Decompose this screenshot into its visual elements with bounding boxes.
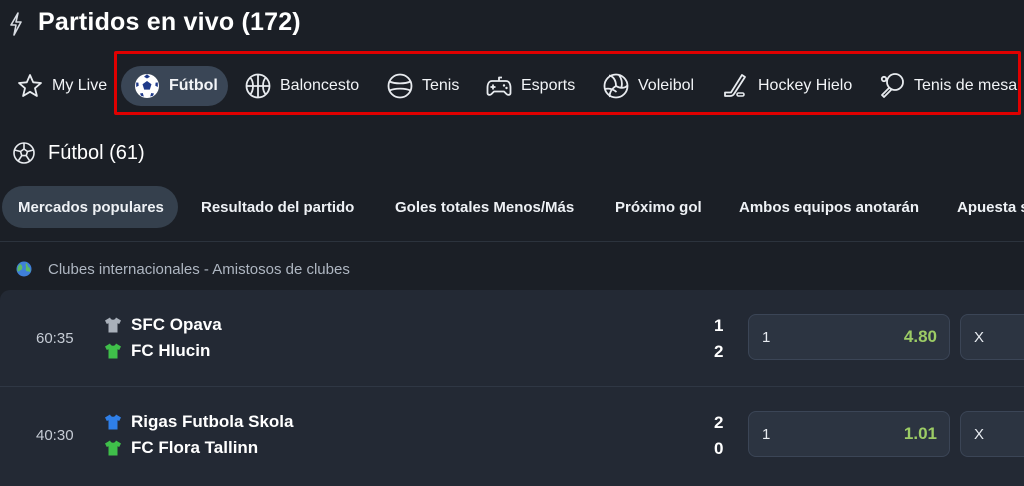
sport-item-my-live[interactable]: My Live (16, 66, 107, 106)
shirt-icon (105, 343, 121, 359)
odd-button-draw[interactable]: X (960, 411, 1024, 457)
away-team: FC Hlucin (104, 339, 210, 363)
team-name: FC Hlucin (131, 341, 211, 360)
match-time: 40:30 (36, 427, 74, 444)
event-row[interactable]: 40:30 Rigas Futbola Skola FC Flora Talli… (0, 386, 1024, 482)
highlight-box (114, 51, 1021, 115)
tab-resultado-del-partido[interactable]: Resultado del partido (201, 186, 354, 228)
tab-goles-totales[interactable]: Goles totales Menos/Más (395, 186, 574, 228)
soccer-ball-icon (13, 142, 35, 164)
home-team: SFC Opava (104, 313, 222, 337)
section-title: Fútbol (61) (12, 138, 145, 168)
odd-label: 1 (762, 328, 771, 346)
odd-value: 1.01 (903, 424, 937, 443)
page-title: Partidos en vivo (172) (38, 8, 301, 36)
league-name: Clubes internacionales - Amistosos de cl… (48, 260, 350, 278)
globe-icon (16, 261, 32, 277)
shirt-icon (105, 317, 121, 333)
event-row[interactable]: 60:35 SFC Opava FC Hlucin 1 2 1 4.80 X (0, 290, 1024, 386)
divider (0, 241, 1024, 242)
tab-ambos-equipos[interactable]: Ambos equipos anotarán (739, 186, 919, 228)
away-team: FC Flora Tallinn (104, 436, 258, 460)
odd-value: 4.80 (903, 327, 937, 346)
away-score: 2 (714, 342, 724, 361)
sport-label: My Live (52, 77, 108, 94)
odd-button-home[interactable]: 1 1.01 (748, 411, 950, 457)
home-team: Rigas Futbola Skola (104, 410, 293, 434)
league-header[interactable]: Clubes internacionales - Amistosos de cl… (16, 258, 350, 280)
odd-button-home[interactable]: 1 4.80 (748, 314, 950, 360)
shirt-icon (105, 440, 121, 456)
shirt-icon (105, 414, 121, 430)
star-icon (18, 74, 42, 97)
bolt-icon (10, 12, 22, 36)
page-header: Partidos en vivo (172) (0, 0, 1024, 48)
odd-label: X (974, 328, 985, 346)
section-title-label: Fútbol (61) (48, 141, 145, 164)
tab-mercados-populares[interactable]: Mercados populares (2, 186, 178, 228)
team-name: FC Flora Tallinn (131, 438, 259, 457)
odd-button-draw[interactable]: X (960, 314, 1024, 360)
match-time: 60:35 (36, 330, 74, 347)
odd-label: 1 (762, 425, 771, 443)
tab-apuesta[interactable]: Apuesta s (957, 186, 1024, 228)
odd-label: X (974, 425, 985, 443)
home-score: 1 (714, 316, 724, 335)
events-list: 60:35 SFC Opava FC Hlucin 1 2 1 4.80 X 4… (0, 290, 1024, 486)
market-tabs: Mercados populares Resultado del partido… (0, 186, 1024, 228)
away-score: 0 (714, 439, 724, 458)
tab-proximo-gol[interactable]: Próximo gol (615, 186, 702, 228)
team-name: SFC Opava (131, 315, 222, 334)
team-name: Rigas Futbola Skola (131, 412, 294, 431)
home-score: 2 (714, 413, 724, 432)
